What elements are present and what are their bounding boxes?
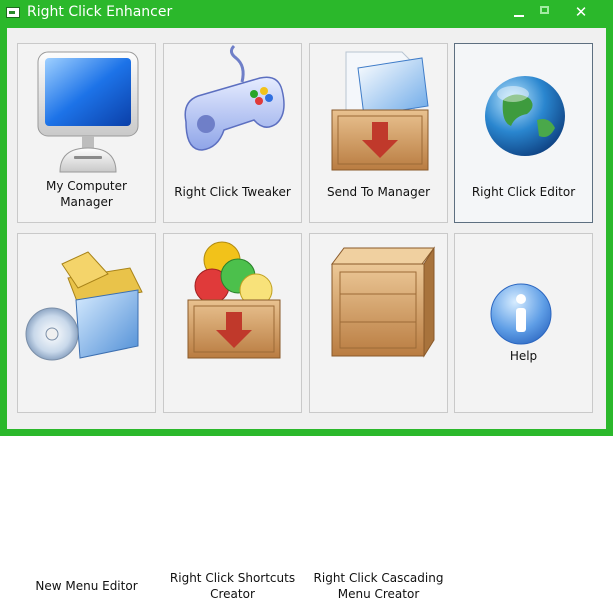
globe-icon (485, 76, 565, 156)
tile-label-line1: New Menu Editor (35, 579, 138, 593)
wooden-crate-icon (331, 246, 435, 358)
send-to-box-icon (331, 51, 429, 171)
tile-label-line1: My Computer (46, 179, 127, 193)
app-icon (6, 7, 20, 18)
tile-help[interactable]: Help (454, 233, 593, 413)
tile-label-line1: Help (509, 349, 538, 363)
minimize-icon (514, 15, 524, 17)
maximize-button[interactable] (532, 2, 558, 22)
tile-label-line2: Manager (60, 195, 113, 209)
title-bar[interactable]: Right Click Enhancer ✕ (0, 0, 613, 27)
info-icon (490, 283, 552, 345)
tile-label-line1: Send To Manager (326, 185, 431, 199)
tile-label-line1: Right Click Editor (471, 185, 576, 199)
tile-my-computer-manager[interactable]: My Computer Manager (17, 43, 156, 223)
close-icon: ✕ (574, 3, 588, 21)
tile-label-line2: Menu Creator (337, 587, 420, 601)
tile-right-click-tweaker[interactable]: Right Click Tweaker (163, 43, 302, 223)
tile-label-line2: Creator (210, 587, 255, 601)
tile-label-line1: Right Click Cascading (313, 571, 444, 585)
app-window: Right Click Enhancer ✕ My Computer Manag… (0, 0, 613, 601)
minimize-button[interactable] (506, 2, 532, 22)
computer-monitor-icon (37, 51, 139, 173)
tile-send-to-manager[interactable]: Send To Manager (309, 43, 448, 223)
tool-grid: My Computer Manager Right Click Tweaker (7, 28, 606, 601)
close-button[interactable]: ✕ (568, 2, 594, 22)
maximize-icon (540, 6, 549, 14)
tile-right-click-shortcuts-creator[interactable]: Right Click Shortcuts Creator (163, 233, 302, 601)
tile-right-click-cascading-menu-creator[interactable]: Right Click Cascading Menu Creator (309, 233, 448, 601)
tile-label-line1: Right Click Shortcuts (169, 571, 296, 585)
new-menu-box-icon (25, 251, 143, 361)
window-title: Right Click Enhancer (27, 4, 173, 20)
shortcuts-box-icon (187, 241, 281, 359)
gamepad-icon (184, 44, 285, 151)
tile-label-line1: Right Click Tweaker (174, 185, 291, 199)
tile-right-click-editor[interactable]: Right Click Editor (454, 43, 593, 223)
tile-new-menu-editor[interactable]: New Menu Editor (17, 233, 156, 593)
